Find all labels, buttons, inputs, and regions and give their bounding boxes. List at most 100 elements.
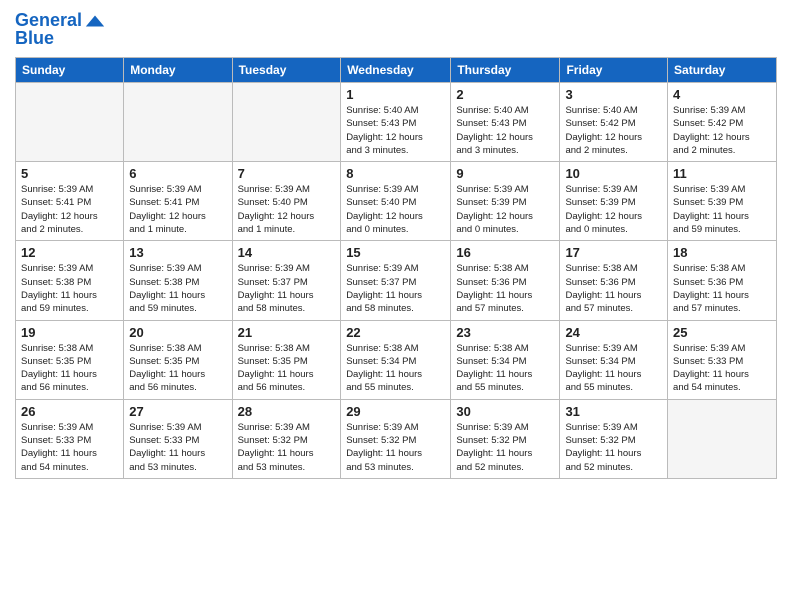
day-info: Sunrise: 5:39 AM Sunset: 5:37 PM Dayligh… (238, 262, 336, 315)
day-info: Sunrise: 5:39 AM Sunset: 5:32 PM Dayligh… (456, 421, 554, 474)
day-number: 21 (238, 325, 336, 340)
calendar-cell: 22 Sunrise: 5:38 AM Sunset: 5:34 PM Dayli… (341, 320, 451, 399)
weekday-header-saturday: Saturday (668, 58, 777, 83)
day-number: 7 (238, 166, 336, 181)
day-info: Sunrise: 5:38 AM Sunset: 5:34 PM Dayligh… (346, 342, 445, 395)
day-number: 3 (565, 87, 662, 102)
calendar-cell: 14 Sunrise: 5:39 AM Sunset: 5:37 PM Dayli… (232, 241, 341, 320)
day-number: 23 (456, 325, 554, 340)
day-number: 11 (673, 166, 771, 181)
weekday-header-sunday: Sunday (16, 58, 124, 83)
logo: General Blue (15, 10, 106, 49)
calendar-cell: 12 Sunrise: 5:39 AM Sunset: 5:38 PM Dayli… (16, 241, 124, 320)
day-info: Sunrise: 5:39 AM Sunset: 5:32 PM Dayligh… (238, 421, 336, 474)
calendar-cell: 27 Sunrise: 5:39 AM Sunset: 5:33 PM Dayli… (124, 399, 232, 478)
calendar-cell: 21Sunrise: 5:38 AM Sunset: 5:35 PM Dayli… (232, 320, 341, 399)
day-number: 24 (565, 325, 662, 340)
calendar-cell: 2Sunrise: 5:40 AM Sunset: 5:43 PM Daylig… (451, 83, 560, 162)
calendar-table: SundayMondayTuesdayWednesdayThursdayFrid… (15, 57, 777, 479)
day-number: 27 (129, 404, 226, 419)
day-info: Sunrise: 5:38 AM Sunset: 5:36 PM Dayligh… (565, 262, 662, 315)
weekday-header-wednesday: Wednesday (341, 58, 451, 83)
day-info: Sunrise: 5:39 AM Sunset: 5:33 PM Dayligh… (129, 421, 226, 474)
day-info: Sunrise: 5:39 AM Sunset: 5:40 PM Dayligh… (238, 183, 336, 236)
day-info: Sunrise: 5:39 AM Sunset: 5:39 PM Dayligh… (456, 183, 554, 236)
day-info: Sunrise: 5:39 AM Sunset: 5:40 PM Dayligh… (346, 183, 445, 236)
weekday-header-monday: Monday (124, 58, 232, 83)
calendar-week-1: 1 Sunrise: 5:40 AM Sunset: 5:43 PM Daylig… (16, 83, 777, 162)
main-container: General Blue SundayMondayTuesdayWednesda… (0, 0, 792, 489)
day-number: 8 (346, 166, 445, 181)
day-number: 28 (238, 404, 336, 419)
day-number: 1 (346, 87, 445, 102)
calendar-cell (124, 83, 232, 162)
calendar-cell: 8 Sunrise: 5:39 AM Sunset: 5:40 PM Daylig… (341, 162, 451, 241)
day-number: 13 (129, 245, 226, 260)
calendar-cell: 15 Sunrise: 5:39 AM Sunset: 5:37 PM Dayli… (341, 241, 451, 320)
calendar-cell: 3 Sunrise: 5:40 AM Sunset: 5:42 PM Daylig… (560, 83, 668, 162)
day-info: Sunrise: 5:39 AM Sunset: 5:41 PM Dayligh… (129, 183, 226, 236)
calendar-cell: 16Sunrise: 5:38 AM Sunset: 5:36 PM Dayli… (451, 241, 560, 320)
weekday-header-thursday: Thursday (451, 58, 560, 83)
calendar-cell: 6Sunrise: 5:39 AM Sunset: 5:41 PM Daylig… (124, 162, 232, 241)
day-info: Sunrise: 5:40 AM Sunset: 5:42 PM Dayligh… (565, 104, 662, 157)
calendar-cell: 7 Sunrise: 5:39 AM Sunset: 5:40 PM Daylig… (232, 162, 341, 241)
calendar-cell: 11 Sunrise: 5:39 AM Sunset: 5:39 PM Dayli… (668, 162, 777, 241)
day-info: Sunrise: 5:38 AM Sunset: 5:36 PM Dayligh… (673, 262, 771, 315)
calendar-cell: 17 Sunrise: 5:38 AM Sunset: 5:36 PM Dayli… (560, 241, 668, 320)
day-number: 17 (565, 245, 662, 260)
day-number: 29 (346, 404, 445, 419)
day-info: Sunrise: 5:38 AM Sunset: 5:35 PM Dayligh… (129, 342, 226, 395)
calendar-cell (668, 399, 777, 478)
day-info: Sunrise: 5:39 AM Sunset: 5:33 PM Dayligh… (21, 421, 118, 474)
calendar-cell: 26 Sunrise: 5:39 AM Sunset: 5:33 PM Dayli… (16, 399, 124, 478)
logo-icon (84, 10, 106, 32)
day-info: Sunrise: 5:39 AM Sunset: 5:32 PM Dayligh… (346, 421, 445, 474)
calendar-cell: 19 Sunrise: 5:38 AM Sunset: 5:35 PM Dayli… (16, 320, 124, 399)
day-info: Sunrise: 5:39 AM Sunset: 5:41 PM Dayligh… (21, 183, 118, 236)
calendar-header-row: SundayMondayTuesdayWednesdayThursdayFrid… (16, 58, 777, 83)
day-number: 12 (21, 245, 118, 260)
header: General Blue (15, 10, 777, 49)
weekday-header-friday: Friday (560, 58, 668, 83)
day-number: 15 (346, 245, 445, 260)
day-number: 20 (129, 325, 226, 340)
day-number: 14 (238, 245, 336, 260)
calendar-cell: 4 Sunrise: 5:39 AM Sunset: 5:42 PM Daylig… (668, 83, 777, 162)
day-info: Sunrise: 5:39 AM Sunset: 5:38 PM Dayligh… (129, 262, 226, 315)
calendar-cell: 1 Sunrise: 5:40 AM Sunset: 5:43 PM Daylig… (341, 83, 451, 162)
day-number: 19 (21, 325, 118, 340)
calendar-cell: 20 Sunrise: 5:38 AM Sunset: 5:35 PM Dayli… (124, 320, 232, 399)
day-info: Sunrise: 5:39 AM Sunset: 5:33 PM Dayligh… (673, 342, 771, 395)
day-info: Sunrise: 5:39 AM Sunset: 5:38 PM Dayligh… (21, 262, 118, 315)
calendar-week-3: 12 Sunrise: 5:39 AM Sunset: 5:38 PM Dayli… (16, 241, 777, 320)
calendar-cell: 23 Sunrise: 5:38 AM Sunset: 5:34 PM Dayli… (451, 320, 560, 399)
day-number: 30 (456, 404, 554, 419)
day-info: Sunrise: 5:40 AM Sunset: 5:43 PM Dayligh… (346, 104, 445, 157)
day-number: 4 (673, 87, 771, 102)
day-number: 18 (673, 245, 771, 260)
day-number: 26 (21, 404, 118, 419)
calendar-week-4: 19 Sunrise: 5:38 AM Sunset: 5:35 PM Dayli… (16, 320, 777, 399)
calendar-week-5: 26 Sunrise: 5:39 AM Sunset: 5:33 PM Dayli… (16, 399, 777, 478)
calendar-cell: 5 Sunrise: 5:39 AM Sunset: 5:41 PM Daylig… (16, 162, 124, 241)
calendar-cell (16, 83, 124, 162)
day-info: Sunrise: 5:39 AM Sunset: 5:37 PM Dayligh… (346, 262, 445, 315)
calendar-cell: 30 Sunrise: 5:39 AM Sunset: 5:32 PM Dayli… (451, 399, 560, 478)
calendar-cell: 31Sunrise: 5:39 AM Sunset: 5:32 PM Dayli… (560, 399, 668, 478)
day-info: Sunrise: 5:38 AM Sunset: 5:35 PM Dayligh… (21, 342, 118, 395)
calendar-cell: 9Sunrise: 5:39 AM Sunset: 5:39 PM Daylig… (451, 162, 560, 241)
day-info: Sunrise: 5:39 AM Sunset: 5:42 PM Dayligh… (673, 104, 771, 157)
calendar-cell: 28 Sunrise: 5:39 AM Sunset: 5:32 PM Dayli… (232, 399, 341, 478)
day-number: 5 (21, 166, 118, 181)
day-number: 10 (565, 166, 662, 181)
calendar-cell: 29 Sunrise: 5:39 AM Sunset: 5:32 PM Dayli… (341, 399, 451, 478)
day-info: Sunrise: 5:38 AM Sunset: 5:34 PM Dayligh… (456, 342, 554, 395)
day-number: 22 (346, 325, 445, 340)
calendar-cell (232, 83, 341, 162)
day-info: Sunrise: 5:39 AM Sunset: 5:39 PM Dayligh… (673, 183, 771, 236)
day-info: Sunrise: 5:39 AM Sunset: 5:34 PM Dayligh… (565, 342, 662, 395)
day-info: Sunrise: 5:39 AM Sunset: 5:32 PM Dayligh… (565, 421, 662, 474)
day-info: Sunrise: 5:38 AM Sunset: 5:36 PM Dayligh… (456, 262, 554, 315)
calendar-week-2: 5 Sunrise: 5:39 AM Sunset: 5:41 PM Daylig… (16, 162, 777, 241)
